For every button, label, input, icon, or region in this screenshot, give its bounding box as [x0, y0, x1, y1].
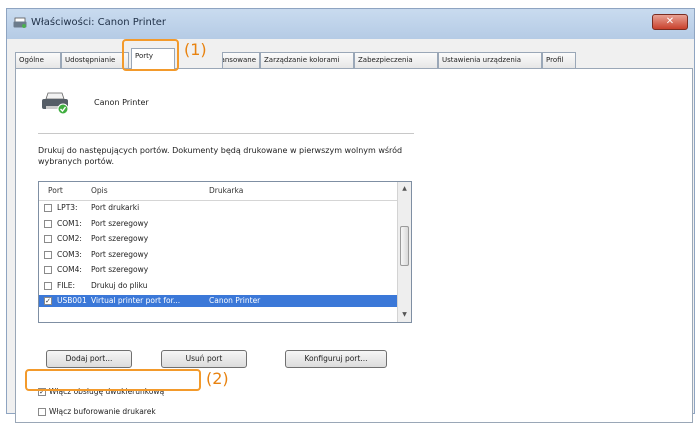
tab-device-settings[interactable]: Ustawienia urządzenia	[438, 52, 542, 68]
printer-icon	[42, 92, 69, 115]
column-port[interactable]: Port	[48, 186, 63, 195]
tab-strip: Ogólne Udostępnianie Porty Zaawansowane …	[15, 46, 693, 69]
printer-pooling-label: Włącz buforowanie drukarek	[49, 407, 156, 416]
column-description[interactable]: Opis	[91, 186, 108, 195]
close-icon: ✕	[665, 16, 675, 27]
printer-name: Canon Printer	[94, 98, 149, 107]
port-checkbox[interactable]	[44, 250, 52, 259]
scroll-down-icon[interactable]: ▼	[398, 308, 411, 322]
title-bar: Właściwości: Canon Printer ✕	[7, 9, 694, 39]
port-description: Virtual printer port for...	[91, 296, 181, 305]
port-checkbox[interactable]	[44, 266, 52, 274]
port-name: COM1:	[57, 218, 82, 228]
tab-profile[interactable]: Profil	[542, 52, 576, 68]
ports-list[interactable]: Port Opis Drukarka LPT3: Port drukarki COM…	[38, 181, 412, 323]
list-item[interactable]: COM3: Port szeregowy	[39, 249, 399, 261]
list-header: Port Opis Drukarka	[39, 182, 399, 201]
properties-dialog: Właściwości: Canon Printer ✕ Ogólne Udos…	[6, 8, 695, 423]
port-checkbox[interactable]	[44, 281, 52, 290]
printer-pooling-checkbox[interactable]: Włącz buforowanie drukarek	[38, 407, 208, 419]
delete-port-button[interactable]: Usuń port	[161, 350, 247, 368]
port-description: Port szeregowy	[91, 218, 149, 228]
column-printer[interactable]: Drukarka	[209, 186, 243, 195]
tab-ports[interactable]: Porty	[131, 48, 175, 69]
scroll-up-icon[interactable]: ▲	[398, 182, 411, 196]
checkbox[interactable]	[38, 408, 46, 416]
close-button[interactable]: ✕	[652, 14, 688, 30]
divider	[38, 133, 414, 134]
port-name: COM2:	[57, 234, 82, 243]
port-checkbox[interactable]	[44, 219, 52, 228]
port-name: COM3:	[57, 249, 82, 259]
add-port-button[interactable]: Dodaj port...	[46, 350, 132, 368]
tab-general[interactable]: Ogólne	[15, 52, 61, 68]
scroll-thumb[interactable]	[400, 226, 409, 266]
list-item[interactable]: COM1: Port szeregowy	[39, 218, 399, 230]
tab-color-management[interactable]: Zarządzanie kolorami	[260, 52, 354, 68]
port-description: Port szeregowy	[91, 265, 149, 274]
ports-description: Drukuj do następujących portów. Dokument…	[38, 146, 403, 166]
port-description: Port szeregowy	[91, 249, 149, 259]
port-description: Drukuj do pliku	[91, 280, 148, 290]
tab-advanced[interactable]: Zaawansowane	[222, 52, 260, 68]
port-printer: Canon Printer	[209, 296, 261, 305]
port-checkbox[interactable]	[44, 204, 52, 212]
printer-icon	[13, 17, 27, 28]
callout-2: (2)	[206, 369, 229, 388]
list-item[interactable]: FILE: Drukuj do pliku	[39, 280, 399, 292]
port-name: USB001	[57, 296, 87, 305]
port-name: FILE:	[57, 280, 75, 290]
port-description: Port szeregowy	[91, 234, 149, 243]
tab-sharing[interactable]: Udostępnianie	[61, 52, 129, 68]
scrollbar[interactable]: ▲ ▼	[397, 182, 411, 322]
port-checkbox[interactable]	[44, 235, 52, 243]
tab-security[interactable]: Zabezpieczenia	[354, 52, 438, 68]
callout-1: (1)	[184, 40, 207, 59]
port-checkbox[interactable]: ✓	[44, 297, 52, 305]
window-title: Właściwości: Canon Printer	[31, 17, 167, 28]
configure-port-button[interactable]: Konfiguruj port...	[285, 350, 387, 368]
port-description: Port drukarki	[91, 203, 140, 212]
port-name: LPT3:	[57, 203, 78, 212]
list-item[interactable]: COM2: Port szeregowy	[39, 233, 399, 245]
list-item[interactable]: COM4: Port szeregowy	[39, 264, 399, 276]
list-item[interactable]: ✓ USB001 Virtual printer port for... Canon …	[39, 295, 399, 307]
list-item[interactable]: LPT3: Port drukarki	[39, 202, 399, 214]
highlight-bidirectional	[25, 369, 201, 391]
port-name: COM4:	[57, 265, 82, 274]
